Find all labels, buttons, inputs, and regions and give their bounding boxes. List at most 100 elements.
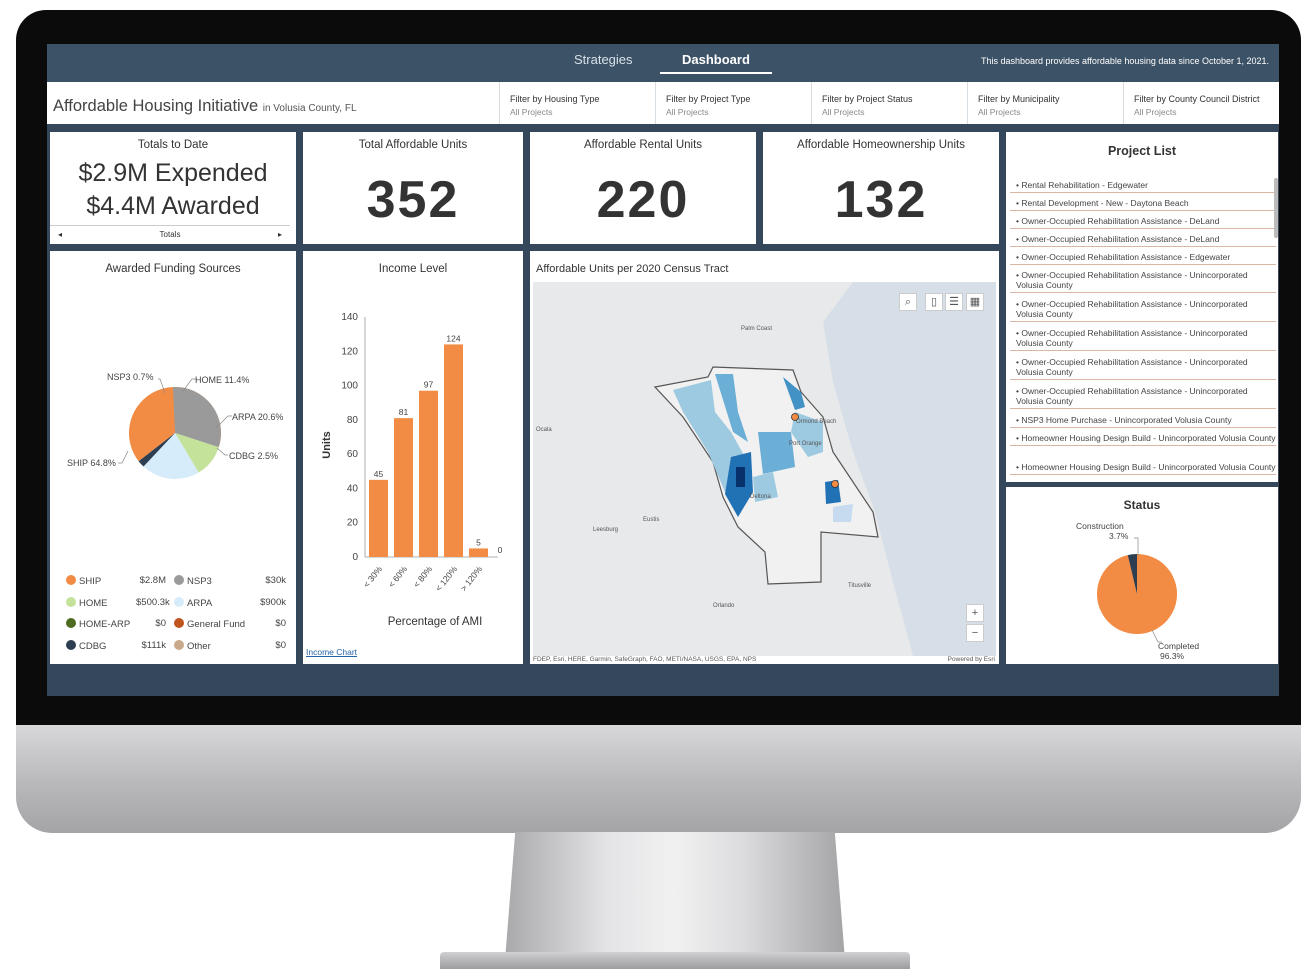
legend-name: CDBG [79, 640, 107, 652]
project-list-item[interactable]: • Owner-Occupied Rehabilitation Assistan… [1010, 384, 1276, 409]
legend-name: NSP3 [187, 576, 212, 587]
place-label: Deltona [750, 494, 771, 500]
project-list-item-text: Rental Rehabilitation - Edgewater [1021, 180, 1148, 190]
project-list-item-text: Homeowner Housing Design Build - Unincor… [1021, 462, 1276, 472]
construction-pct: 3.7% [1109, 531, 1129, 541]
leader-line [216, 447, 228, 456]
ocean-area [823, 282, 996, 656]
filter-municipality[interactable]: Filter by Municipality All Projects [967, 82, 1123, 124]
map-view[interactable]: Palm Coast Ormond Beach Port Orange Ocal… [533, 282, 996, 656]
legend-amount: $30k [265, 575, 286, 586]
project-list-item[interactable]: • NSP3 Home Purchase - Unincorporated Vo… [1010, 413, 1276, 428]
project-list-item-text: NSP3 Home Purchase - Unincorporated Volu… [1021, 415, 1232, 425]
tab-strategies[interactable]: Strategies [574, 52, 633, 74]
legend-swatch [66, 639, 76, 650]
income-bar [394, 418, 413, 557]
place-label: Orlando [713, 603, 735, 609]
bar-value-label: 81 [399, 407, 409, 417]
pie-label-arpa: ARPA 20.6% [232, 412, 283, 422]
filter-label: Filter by Housing Type [510, 94, 600, 104]
x-tick-label: < 30% [361, 564, 384, 590]
filter-label: Filter by Municipality [978, 94, 1060, 104]
total-units-title: Total Affordable Units [358, 139, 468, 151]
status-title: Status [1123, 498, 1161, 512]
zoom-out-button[interactable]: − [966, 624, 984, 642]
legend-item: HOME-ARP $0 [66, 618, 166, 631]
project-list-item[interactable]: • Owner-Occupied Rehabilitation Assistan… [1010, 297, 1276, 322]
project-list-item-text: Owner-Occupied Rehabilitation Assistance… [1021, 216, 1220, 226]
status-panel: Status Construction 3.7% Completed 96.3% [1006, 487, 1278, 664]
legend-amount: $0 [275, 618, 286, 629]
filter-project-type[interactable]: Filter by Project Type All Projects [655, 82, 811, 124]
map-canvas: Palm Coast Ormond Beach Port Orange Ocal… [536, 282, 996, 656]
pie-label-ship: SHIP 64.8% [67, 458, 116, 468]
totals-title: Totals to Date [137, 139, 209, 151]
x-axis-title: Percentage of AMI [388, 616, 483, 628]
totals-pager: ◂ Totals ▸ [50, 225, 290, 244]
project-list-item[interactable]: • Owner-Occupied Rehabilitation Assistan… [1010, 268, 1276, 293]
bar-value-label: 5 [476, 537, 481, 547]
map-bookmark-icon[interactable]: ▯ [925, 293, 943, 311]
dashboard-note: This dashboard provides affordable housi… [980, 56, 1269, 66]
map-search-icon[interactable]: ⌕ [899, 293, 917, 311]
expended-amount: $2.9M Expended [78, 159, 268, 187]
filter-project-status[interactable]: Filter by Project Status All Projects [811, 82, 967, 124]
tract-region [736, 467, 745, 487]
next-arrow-icon[interactable]: ▸ [278, 230, 282, 239]
project-list-item[interactable]: • Owner-Occupied Rehabilitation Assistan… [1010, 250, 1276, 265]
place-label: Port Orange [789, 441, 822, 447]
legend-amount: $111k [141, 639, 166, 651]
legend-swatch [66, 596, 76, 607]
legend-item: HOME $500.3k [66, 596, 170, 610]
top-nav-bar: Strategies Dashboard This dashboard prov… [47, 44, 1279, 82]
bar-value-label: 124 [446, 333, 460, 343]
place-label: Titusville [848, 583, 872, 589]
list-scrollbar[interactable] [1274, 178, 1278, 238]
legend-name: General Fund [187, 619, 246, 630]
income-bar [469, 548, 488, 557]
rental-units-title: Affordable Rental Units [583, 139, 703, 151]
powered-by-esri[interactable]: Powered by Esri [948, 656, 995, 663]
monitor-mockup: Strategies Dashboard This dashboard prov… [0, 0, 1301, 969]
pager-label: Totals [159, 230, 181, 239]
income-chart-link[interactable]: Income Chart [306, 647, 357, 657]
project-list-item[interactable]: • Owner-Occupied Rehabilitation Assistan… [1010, 232, 1276, 247]
project-list-item-text: Owner-Occupied Rehabilitation Assistance… [1016, 357, 1248, 377]
project-list-item[interactable]: • Owner-Occupied Rehabilitation Assistan… [1010, 355, 1276, 380]
map-title: Affordable Units per 2020 Census Tract [536, 263, 729, 275]
filter-council-district[interactable]: Filter by County Council District All Pro… [1123, 82, 1279, 124]
project-list-item-text: Owner-Occupied Rehabilitation Assistance… [1016, 299, 1248, 319]
y-tick-label: 80 [347, 415, 359, 426]
legend-name: HOME [79, 597, 108, 609]
filter-value: All Projects [666, 107, 709, 117]
project-list-item[interactable]: • Homeowner Housing Design Build - Uninc… [1010, 460, 1276, 475]
project-list-item[interactable]: • Owner-Occupied Rehabilitation Assistan… [1010, 214, 1276, 229]
legend-amount: $900k [260, 596, 286, 608]
legend-amount: $2.8M [139, 575, 166, 586]
filter-label: Filter by County Council District [1134, 94, 1260, 104]
map-layers-icon[interactable]: ☰ [945, 293, 963, 311]
y-tick-label: 100 [341, 381, 358, 392]
filter-value: All Projects [822, 107, 865, 117]
page-title: Affordable Housing Initiative in Volusia… [53, 97, 357, 116]
total-units-value: 352 [366, 171, 460, 229]
project-list-title: Project List [1107, 144, 1177, 158]
project-list-item[interactable]: • Rental Development - New - Daytona Bea… [1010, 196, 1276, 211]
legend-item: CDBG $111k [66, 639, 166, 653]
homeownership-units-panel: Affordable Homeownership Units 132 [763, 132, 999, 244]
zoom-in-button[interactable]: + [966, 604, 984, 622]
tab-dashboard[interactable]: Dashboard [660, 52, 772, 74]
filter-housing-type[interactable]: Filter by Housing Type All Projects [499, 82, 655, 124]
tract-region [758, 432, 795, 474]
legend-swatch [66, 618, 76, 628]
totals-panel: Totals to Date $2.9M Expended $4.4M Awar… [50, 132, 296, 244]
monitor-foot [440, 952, 910, 969]
legend-item: Other $0 [174, 639, 286, 653]
project-list-item[interactable]: • Homeowner Housing Design Build - Uninc… [1010, 431, 1276, 446]
map-basemap-icon[interactable]: ▦ [966, 293, 984, 311]
legend-name: HOME-ARP [79, 619, 131, 630]
funding-title: Awarded Funding Sources [105, 263, 241, 275]
project-list-item[interactable]: • Owner-Occupied Rehabilitation Assistan… [1010, 326, 1276, 351]
project-list-item[interactable]: • Rental Rehabilitation - Edgewater [1010, 178, 1276, 193]
monitor-stand [505, 832, 845, 960]
